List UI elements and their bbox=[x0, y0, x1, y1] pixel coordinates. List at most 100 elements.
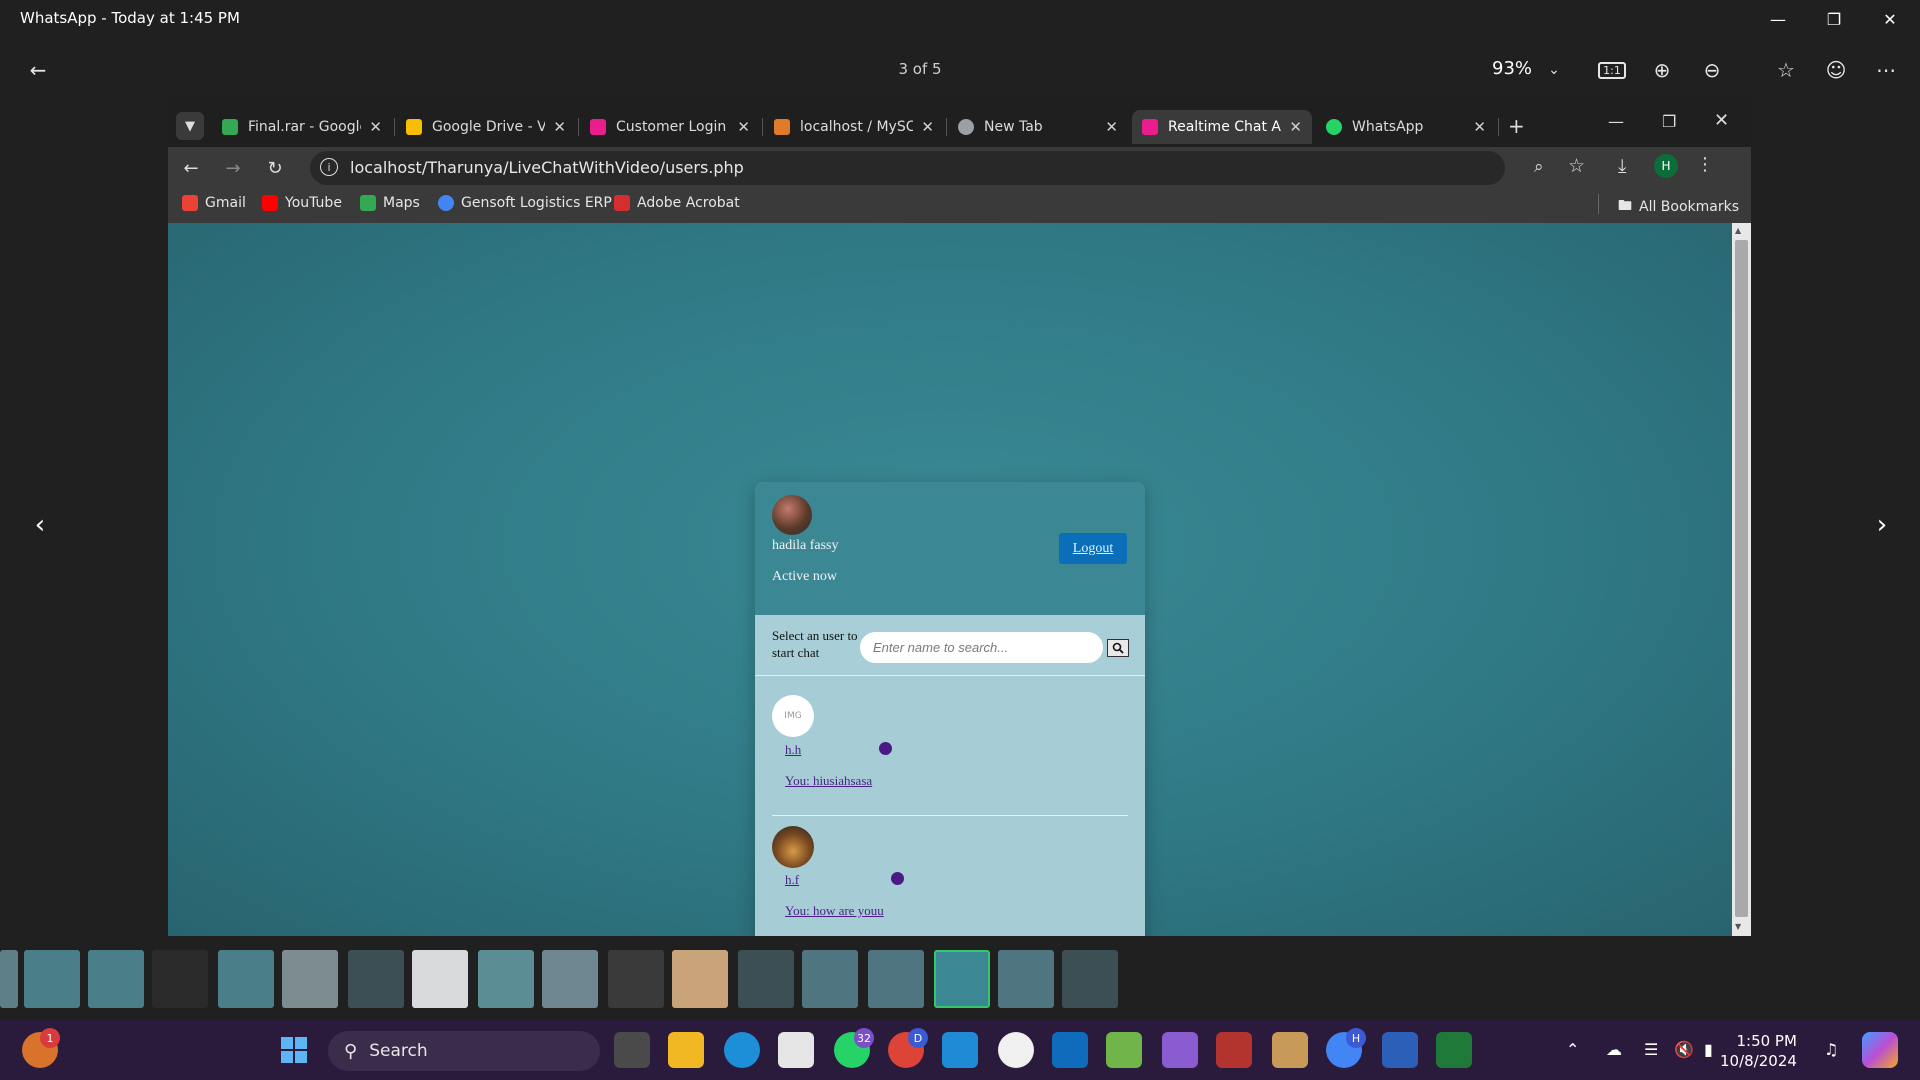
tab-whatsapp[interactable]: WhatsApp ✕ bbox=[1316, 110, 1496, 144]
task-view-icon[interactable] bbox=[614, 1032, 650, 1068]
site-info-icon[interactable]: i bbox=[320, 158, 338, 176]
thumbnail[interactable] bbox=[1062, 950, 1118, 1008]
bookmark-star-icon[interactable]: ☆ bbox=[1568, 155, 1585, 177]
volume-muted-icon[interactable]: 🔇 bbox=[1674, 1040, 1694, 1059]
zoom-level[interactable]: 93% bbox=[1492, 58, 1532, 79]
scroll-down-icon[interactable]: ▼ bbox=[1735, 922, 1741, 931]
zoom-out-button[interactable]: ⊖ bbox=[1694, 52, 1730, 88]
browser-restore-button[interactable]: ❐ bbox=[1662, 112, 1676, 131]
bookmark-youtube[interactable]: YouTube bbox=[262, 195, 342, 211]
vscode-icon[interactable] bbox=[942, 1032, 978, 1068]
thumbnail[interactable] bbox=[998, 950, 1054, 1008]
thumbnail[interactable] bbox=[738, 950, 794, 1008]
tab-customer-login[interactable]: Customer Login ✕ bbox=[580, 110, 760, 144]
tray-overflow-icon[interactable]: ⌃ bbox=[1566, 1040, 1579, 1059]
browser-close-button[interactable]: ✕ bbox=[1714, 110, 1729, 131]
thumbnail[interactable] bbox=[672, 950, 728, 1008]
profile-avatar[interactable]: H bbox=[1654, 154, 1678, 178]
close-icon[interactable]: ✕ bbox=[1473, 118, 1486, 136]
close-icon[interactable]: ✕ bbox=[553, 118, 566, 136]
zoom-in-button[interactable]: ⊕ bbox=[1644, 52, 1680, 88]
browser-menu-icon[interactable]: ⋮ bbox=[1696, 154, 1714, 175]
bookmark-gmail[interactable]: Gmail bbox=[182, 195, 246, 211]
user-name-link[interactable]: h.f bbox=[785, 872, 799, 888]
user-list-item[interactable]: h.f You: how are youu bbox=[755, 816, 1145, 936]
thumbnail[interactable] bbox=[0, 950, 18, 1008]
thumbnail[interactable] bbox=[218, 950, 274, 1008]
store-icon[interactable] bbox=[778, 1032, 814, 1068]
browser-minimize-button[interactable]: — bbox=[1608, 112, 1624, 131]
notification-bell-icon[interactable]: ♫ bbox=[1824, 1040, 1838, 1059]
edge-icon[interactable] bbox=[724, 1032, 760, 1068]
thumbnail[interactable] bbox=[412, 950, 468, 1008]
browser-forward-button[interactable]: → bbox=[218, 153, 248, 183]
download-icon[interactable]: ⤓ bbox=[1618, 155, 1626, 177]
feedback-button[interactable]: ☺ bbox=[1818, 52, 1854, 88]
last-message-link[interactable]: You: hiusiahsasa bbox=[785, 773, 872, 789]
word-icon[interactable] bbox=[1382, 1032, 1418, 1068]
more-options-button[interactable]: ⋯ bbox=[1868, 52, 1904, 88]
all-bookmarks-button[interactable]: 🖿 All Bookmarks bbox=[1618, 195, 1739, 219]
viewer-back-button[interactable]: ← bbox=[20, 52, 56, 88]
browser-back-button[interactable]: ← bbox=[176, 153, 206, 183]
maximize-button[interactable]: ❐ bbox=[1806, 0, 1862, 38]
thumbnail[interactable] bbox=[868, 950, 924, 1008]
close-icon[interactable]: ✕ bbox=[1289, 118, 1302, 136]
close-icon[interactable]: ✕ bbox=[921, 118, 934, 136]
thumbnail[interactable] bbox=[608, 950, 664, 1008]
reload-button[interactable]: ↻ bbox=[260, 153, 290, 183]
user-search-input[interactable]: Enter name to search... bbox=[860, 632, 1103, 663]
thumbnail[interactable] bbox=[24, 950, 80, 1008]
next-image-button[interactable]: › bbox=[1862, 505, 1902, 545]
project-icon[interactable] bbox=[1436, 1032, 1472, 1068]
close-icon[interactable]: ✕ bbox=[737, 118, 750, 136]
thumbnail[interactable] bbox=[542, 950, 598, 1008]
logout-button[interactable]: Logout bbox=[1059, 533, 1127, 564]
scrollbar-thumb[interactable] bbox=[1735, 240, 1748, 917]
photo-app-icon[interactable] bbox=[1272, 1032, 1308, 1068]
tab-final-rar[interactable]: Final.rar - Google ✕ bbox=[212, 110, 392, 144]
zoom-dropdown[interactable]: ⌄ bbox=[1536, 52, 1572, 88]
file-explorer-icon[interactable] bbox=[668, 1032, 704, 1068]
taskbar-clock[interactable]: 1:50 PM 10/8/2024 bbox=[1720, 1031, 1797, 1071]
minimize-button[interactable]: — bbox=[1750, 0, 1806, 38]
tab-search-button[interactable]: ▼ bbox=[176, 112, 204, 140]
whatsapp-desktop-icon[interactable] bbox=[998, 1032, 1034, 1068]
wifi-icon[interactable]: ☰ bbox=[1644, 1040, 1658, 1059]
onedrive-icon[interactable]: ☁ bbox=[1606, 1040, 1622, 1059]
bookmark-gensoft[interactable]: Gensoft Logistics ERP bbox=[438, 195, 612, 211]
tab-new-tab[interactable]: New Tab ✕ bbox=[948, 110, 1128, 144]
tab-phpmyadmin[interactable]: localhost / MySC ✕ bbox=[764, 110, 944, 144]
thumbnail[interactable] bbox=[282, 950, 338, 1008]
close-icon[interactable]: ✕ bbox=[369, 118, 382, 136]
start-button[interactable] bbox=[276, 1032, 312, 1068]
snipping-tool-icon[interactable] bbox=[1106, 1032, 1142, 1068]
scroll-up-icon[interactable]: ▲ bbox=[1735, 226, 1741, 235]
thumbnail[interactable] bbox=[152, 950, 208, 1008]
outlook-icon[interactable] bbox=[1052, 1032, 1088, 1068]
thumbnail[interactable] bbox=[478, 950, 534, 1008]
close-icon[interactable]: ✕ bbox=[1105, 118, 1118, 136]
actual-size-button[interactable]: 1:1 bbox=[1594, 52, 1630, 88]
user-search-button[interactable] bbox=[1107, 639, 1129, 657]
new-tab-button[interactable]: + bbox=[1508, 114, 1525, 138]
copilot-icon[interactable] bbox=[1862, 1032, 1898, 1068]
user-list-item[interactable]: IMG h.h You: hiusiahsasa bbox=[755, 676, 1145, 814]
bookmark-maps[interactable]: Maps bbox=[360, 195, 420, 211]
page-zoom-icon[interactable]: ⌕ bbox=[1534, 157, 1544, 177]
taskbar-search[interactable]: ⚲ Search bbox=[328, 1031, 600, 1071]
close-button[interactable]: ✕ bbox=[1862, 0, 1918, 38]
thumbnail[interactable] bbox=[88, 950, 144, 1008]
battery-icon[interactable]: ▮ bbox=[1704, 1040, 1713, 1059]
thumbnail-active[interactable] bbox=[934, 950, 990, 1008]
bookmark-adobe-acrobat[interactable]: Adobe Acrobat bbox=[614, 195, 740, 211]
winrar-icon[interactable] bbox=[1216, 1032, 1252, 1068]
user-name-link[interactable]: h.h bbox=[785, 742, 801, 758]
tab-realtime-chat[interactable]: Realtime Chat Ap ✕ bbox=[1132, 110, 1312, 144]
thumbnail[interactable] bbox=[802, 950, 858, 1008]
url-text[interactable]: localhost/Tharunya/LiveChatWithVideo/use… bbox=[350, 158, 744, 177]
previous-image-button[interactable]: ‹ bbox=[20, 505, 60, 545]
visual-studio-icon[interactable] bbox=[1162, 1032, 1198, 1068]
thumbnail[interactable] bbox=[348, 950, 404, 1008]
tab-google-drive[interactable]: Google Drive - V ✕ bbox=[396, 110, 576, 144]
